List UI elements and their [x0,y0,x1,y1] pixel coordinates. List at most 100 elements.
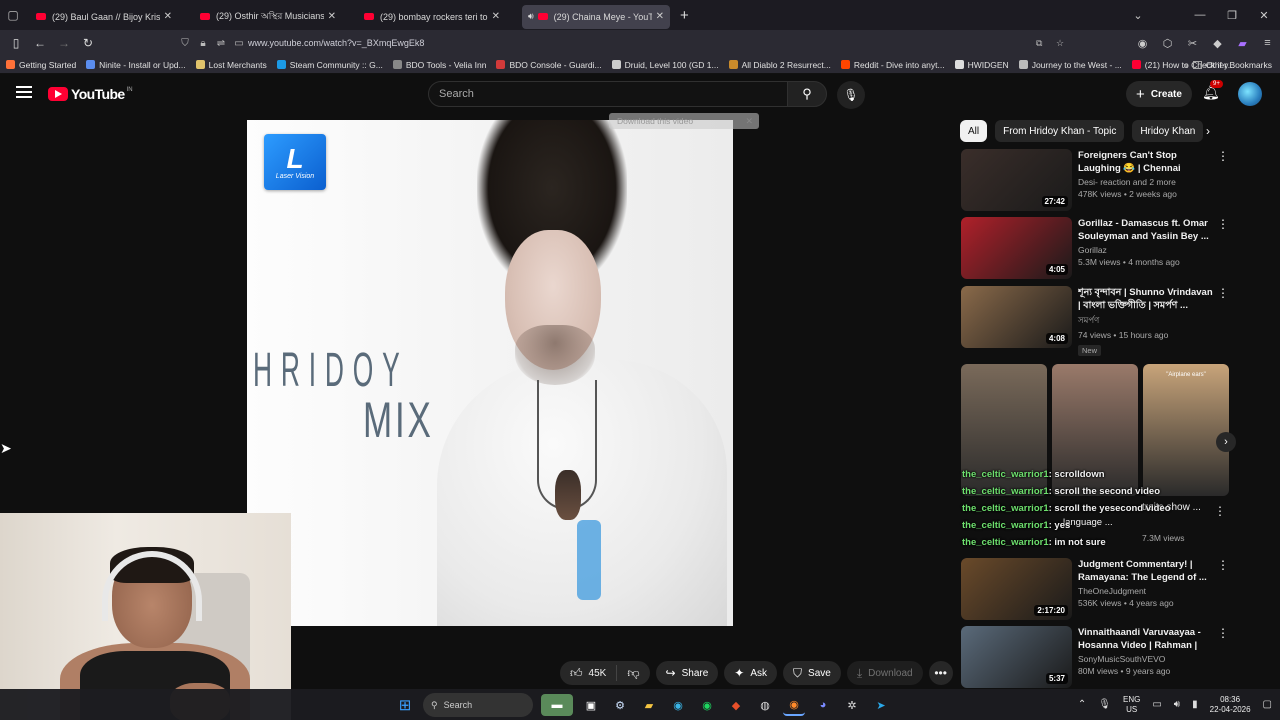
filter-chip[interactable]: From Hridoy Khan - Topic [995,120,1125,142]
save-button[interactable]: ⛉ Save [783,661,841,685]
video-player[interactable]: L Laser Vision HRIDOY MIX [247,120,733,626]
bookmark-item[interactable]: Reddit - Dive into anyt... [840,60,945,70]
video-thumbnail[interactable]: 27:42 [961,149,1072,211]
close-tab-icon[interactable]: ✕ [656,11,664,22]
bookmark-item[interactable]: HWIDGEN [954,60,1009,70]
microphone-tray-icon[interactable]: 🎙︎ [1098,699,1111,710]
widgets-icon[interactable]: ▬ [541,694,573,716]
video-title[interactable]: Vinnaithaandi Varuvaayaa - Hosanna Video… [1078,626,1214,652]
video-title[interactable]: Foreigners Can't Stop Laughing 😂 | Chenn… [1078,149,1214,175]
more-actions-button[interactable]: ••• [928,661,953,685]
chips-next-icon[interactable]: › [1206,124,1210,138]
minimize-button[interactable]: — [1184,9,1216,21]
bookmark-item[interactable]: All Diablo 2 Resurrect... [728,60,831,70]
spotify-icon[interactable]: ◉ [696,694,718,716]
video-title[interactable]: Judgment Commentary! | Ramayana: The Leg… [1078,558,1214,584]
clock[interactable]: 08:36 22-04-2026 [1210,695,1251,715]
file-explorer-icon[interactable]: ▰ [638,694,660,716]
bookmark-item[interactable]: Getting Started [6,60,76,70]
notifications-button[interactable]: 🔔︎ 9+ [1202,80,1223,101]
search-input[interactable]: Search [428,81,788,107]
more-options-icon[interactable]: ⋮ [1217,149,1229,163]
extensions-icon[interactable]: ⬡ [1155,37,1180,50]
bookmark-item[interactable]: Druid, Level 100 (GD 1... [611,60,719,70]
ask-button[interactable]: ✦ Ask [724,661,778,685]
bookmark-item[interactable]: Steam Community :: G... [276,60,383,70]
video-thumbnail[interactable]: 4:05 [961,217,1072,279]
channel-name[interactable]: সমর্পণ [1078,314,1214,328]
tab-overview-icon[interactable]: ▢ [0,0,26,30]
taskbar-search[interactable]: ⚲ Search [423,693,533,717]
picture-in-picture-icon[interactable]: ⧉ [1036,38,1042,49]
forward-button[interactable]: → [52,36,76,50]
video-thumbnail[interactable]: 5:37 [961,626,1072,688]
download-button[interactable]: ⤓ Download [846,661,923,685]
guide-menu-icon[interactable] [16,86,32,101]
restore-button[interactable]: ❐ [1216,9,1248,22]
channel-name[interactable]: TheOneJudgment [1078,586,1214,596]
browser-tab[interactable]: (29) bombay rockers teri toh - Y ✕ [358,5,506,29]
permissions-icon[interactable]: ⇌ [212,38,230,49]
close-window-button[interactable]: ✕ [1248,9,1280,22]
battery-icon[interactable]: ▮ [1192,699,1198,710]
close-tab-icon[interactable]: ✕ [328,11,336,22]
sidebar-toggle-icon[interactable]: ▯ [4,36,28,50]
download-video-overlay[interactable]: Download this video ✕ [609,113,759,129]
edge-icon[interactable]: ◉ [667,694,689,716]
channel-name[interactable]: Gorillaz [1078,245,1214,255]
filter-chip[interactable]: Hridoy Khan [1132,120,1204,142]
steam-icon[interactable]: ⚙ [609,694,631,716]
search-button[interactable]: ⚲ [787,81,827,107]
like-button[interactable]: 👍︎ 45K [560,665,618,681]
list-all-tabs-icon[interactable]: ⌄ [1122,9,1154,22]
game-launcher-icon[interactable]: ◆ [725,694,747,716]
recommendation-item[interactable]: 2:17:20 Judgment Commentary! | Ramayana: … [961,558,1231,620]
browser-tab[interactable]: 🔊︎ (29) Chaina Meye - YouTube ✕ [522,4,670,29]
video-thumbnail[interactable]: 2:17:20 [961,558,1072,620]
recommendation-item[interactable]: 27:42 Foreigners Can't Stop Laughing 😂 | … [961,149,1231,211]
share-button[interactable]: ↪ Share [655,661,719,685]
close-tab-icon[interactable]: ✕ [492,11,500,22]
volume-icon[interactable]: 🔊︎ [1174,699,1180,710]
bookmark-item[interactable]: Ninite - Install or Upd... [86,60,186,70]
bookmark-star-icon[interactable]: ☆ [1056,38,1064,49]
screenshot-icon[interactable]: ✂ [1180,37,1205,50]
reload-button[interactable]: ↻ [76,36,100,50]
browser-tab[interactable]: (29) Baul Gaan // Bijoy Krisha D ✕ [30,5,178,29]
recommendation-item[interactable]: 4:05 Gorillaz - Damascus ft. Omar Souleym… [961,217,1231,279]
start-icon[interactable]: ⊞ [394,694,416,716]
firefox-icon[interactable]: ◉ [783,694,805,716]
language-indicator[interactable]: ENG US [1123,695,1140,715]
new-tab-button[interactable]: + [680,7,689,24]
browser-tab[interactable]: (29) Osthir অস্থির Musicians 2 E ✕ [194,5,342,29]
task-view-icon[interactable]: ▣ [580,694,602,716]
back-button[interactable]: ← [28,36,52,50]
close-tab-icon[interactable]: ✕ [164,11,172,22]
extension-icon[interactable]: ◆ [1205,37,1230,50]
youtube-logo[interactable]: YouTube IN [48,86,133,102]
close-icon[interactable]: ✕ [745,116,753,127]
tray-overflow-icon[interactable]: ⌃ [1078,699,1086,710]
more-options-icon[interactable]: ⋮ [1217,217,1229,231]
shorts-next-button[interactable]: › [1216,432,1236,452]
url-bar[interactable]: ⛉ 🔒︎ ⇌ ▭ www.youtube.com/watch?v=_BXmqEw… [176,33,1076,53]
avatar[interactable] [1238,82,1262,106]
channel-name[interactable]: Desi- reaction and 2 more [1078,177,1214,187]
video-title[interactable]: শূন্য বৃন্দাবন | Shunno Vrindavan | বাংল… [1078,286,1214,312]
telegram-icon[interactable]: ➤ [870,694,892,716]
more-options-icon[interactable]: ⋮ [1217,286,1229,300]
menu-icon[interactable]: ≡ [1255,37,1280,49]
bookmark-item[interactable]: BDO Console - Guardi... [496,60,602,70]
recommendation-item[interactable]: 5:37 Vinnaithaandi Varuvaayaa - Hosanna V… [961,626,1231,688]
video-title[interactable]: Gorillaz - Damascus ft. Omar Souleyman a… [1078,217,1214,243]
network-icon[interactable]: ▭ [1152,699,1161,710]
more-options-icon[interactable]: ⋮ [1217,626,1229,640]
account-icon[interactable]: ◉ [1130,37,1155,50]
notification-center-icon[interactable]: ▢ [1263,699,1272,710]
voice-search-button[interactable]: 🎙︎ [837,81,865,109]
more-options-icon[interactable]: ⋮ [1217,558,1229,572]
dislike-button[interactable]: 👎︎ [617,666,649,681]
other-bookmarks[interactable]: Other Bookmarks [1192,60,1272,70]
bookmark-item[interactable]: Journey to the West - ... [1018,60,1122,70]
discord-icon[interactable]: ◕ [812,694,834,716]
